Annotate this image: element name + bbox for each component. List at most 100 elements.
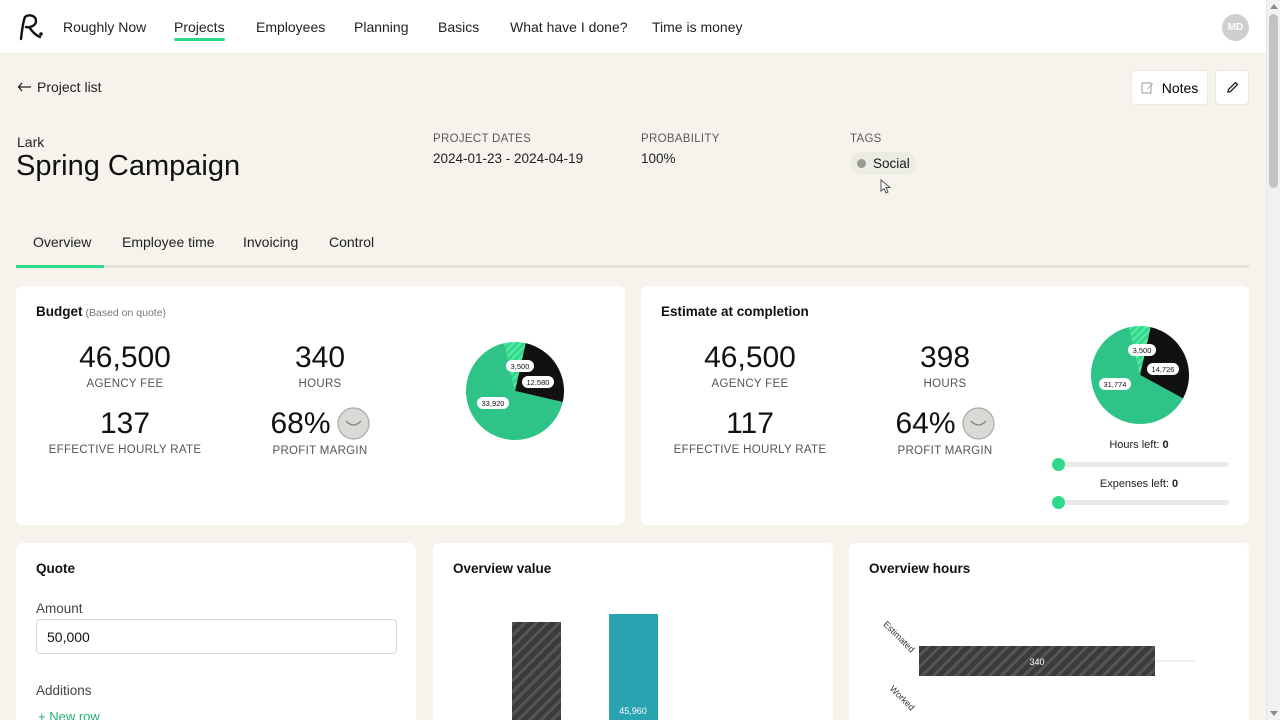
budget-hours: 340 HOURS (230, 341, 410, 390)
nav-projects[interactable]: Projects (174, 19, 225, 41)
svg-text:33,920: 33,920 (482, 399, 505, 408)
budget-pie-slices (466, 342, 564, 440)
estimate-hours: 398 HOURS (855, 341, 1035, 390)
budget-margin-value: 68% (270, 407, 331, 440)
value-bar-worked (609, 614, 658, 720)
budget-hours-label: HOURS (298, 378, 342, 390)
project-dates-value: 2024-01-23 - 2024-04-19 (433, 151, 584, 166)
probability-value: 100% (641, 151, 676, 166)
scroll-down-arrow-icon[interactable] (1270, 711, 1278, 716)
pencil-icon (1226, 81, 1238, 93)
budget-pie-label-1: 12,580 (522, 376, 554, 388)
estimate-pie-label-2: 31,774 (1099, 378, 1131, 390)
page-title: Spring Campaign (16, 150, 241, 182)
overview-hours-card: Overview hours Estimated Worked 340 (849, 543, 1249, 720)
tab-employee-time[interactable]: Employee time (122, 234, 215, 250)
project-dates-label: PROJECT DATES (433, 133, 532, 145)
quote-title: Quote (36, 561, 75, 576)
tabs-divider (16, 265, 1249, 268)
budget-card: Budget (Based on quote) 46,500 AGENCY FEE… (16, 286, 625, 525)
scroll-up-arrow-icon[interactable] (1270, 4, 1278, 9)
nav-planning[interactable]: Planning (354, 19, 409, 35)
mouse-cursor-icon (880, 179, 892, 194)
nav-time-is-money[interactable]: Time is money (652, 19, 743, 35)
hours-bar-label: 340 (1029, 657, 1044, 667)
budget-hours-value: 340 (294, 341, 346, 374)
estimate-agency-fee: 46,500 AGENCY FEE (661, 341, 839, 390)
estimate-margin-label: PROFIT MARGIN (897, 444, 993, 457)
budget-profit-margin: 68% PROFIT MARGIN (230, 406, 410, 457)
nav-basics[interactable]: Basics (438, 19, 479, 35)
probability-label: PROBABILITY (641, 133, 720, 145)
notes-button[interactable]: Notes (1131, 70, 1208, 105)
estimate-title: Estimate at completion (661, 304, 809, 319)
expenses-left-slider[interactable] (1055, 500, 1229, 505)
estimate-pie-label-0: 3,500 (1128, 344, 1156, 356)
smiley-face-icon (961, 406, 995, 440)
budget-pie-label-0: 3,500 (506, 360, 534, 372)
expenses-left-label: Expenses left: 0 (1099, 478, 1179, 490)
estimate-rate-label: EFFECTIVE HOURLY RATE (673, 444, 827, 456)
budget-agency-fee: 46,500 AGENCY FEE (36, 341, 214, 390)
estimate-agency-fee-value: 46,500 (704, 341, 796, 374)
amount-label: Amount (36, 601, 83, 616)
top-navigation: Roughly Now Projects Employees Planning … (0, 0, 1266, 54)
expenses-left-slider-thumb[interactable] (1052, 496, 1065, 509)
note-edit-icon (1141, 82, 1153, 94)
hours-row-label-estimated: Estimated (881, 619, 916, 654)
back-to-project-list-link[interactable]: Project list (17, 79, 102, 95)
estimate-profit-margin: 64% PROFIT MARGIN (855, 406, 1035, 457)
svg-text:12,580: 12,580 (527, 378, 550, 387)
notes-button-label: Notes (1161, 79, 1199, 96)
scrollbar-thumb[interactable] (1269, 14, 1278, 188)
tab-invoicing[interactable]: Invoicing (243, 234, 298, 250)
tab-control[interactable]: Control (329, 234, 374, 250)
arrow-left-icon (17, 82, 31, 92)
estimate-rate-value: 117 (726, 407, 774, 440)
budget-rate-value: 137 (99, 407, 151, 440)
budget-title: Budget (36, 304, 83, 319)
estimate-margin-value: 64% (895, 407, 956, 440)
logo-icon[interactable] (16, 12, 44, 42)
hours-left-slider-thumb[interactable] (1052, 458, 1065, 471)
estimate-pie-chart: 3,500 14,726 31,774 (1091, 326, 1189, 424)
estimate-agency-fee-label: AGENCY FEE (711, 378, 789, 390)
overview-hours-chart: Estimated Worked 340 (881, 619, 1195, 713)
svg-text:31,774: 31,774 (1104, 380, 1127, 389)
edit-project-button[interactable] (1215, 70, 1249, 105)
hours-row-label-worked: Worked (888, 684, 917, 713)
amount-input[interactable] (36, 619, 397, 654)
budget-agency-fee-value: 46,500 (79, 341, 171, 374)
estimate-card: Estimate at completion 46,500 AGENCY FEE… (641, 286, 1249, 525)
tab-overview[interactable]: Overview (33, 234, 91, 250)
active-tab-indicator (16, 265, 104, 268)
new-row-button[interactable]: + New row (38, 709, 100, 720)
budget-hourly-rate: 137 EFFECTIVE HOURLY RATE (36, 407, 214, 456)
budget-agency-fee-label: AGENCY FEE (86, 378, 164, 390)
value-bar-label: 45,960 (619, 706, 647, 716)
new-row-label: New row (49, 709, 100, 720)
svg-text:3,500: 3,500 (1133, 346, 1152, 355)
budget-subtitle: (Based on quote) (85, 307, 167, 319)
hours-left-label: Hours left: 0 (1109, 439, 1169, 451)
client-name: Lark (17, 134, 45, 150)
budget-card-title: Budget (Based on quote) (36, 304, 166, 319)
budget-margin-label: PROFIT MARGIN (272, 444, 368, 457)
nav-roughly-now[interactable]: Roughly Now (63, 19, 146, 35)
estimate-hours-label: HOURS (923, 378, 967, 390)
expenses-left-value: 0 (1172, 478, 1179, 490)
tags-label: TAGS (850, 133, 882, 145)
overview-value-card: Overview value 45,960 (433, 543, 833, 720)
user-avatar[interactable]: MD (1222, 14, 1249, 41)
svg-text:3,500: 3,500 (511, 362, 530, 371)
page-scrollbar[interactable] (1266, 0, 1280, 720)
nav-employees[interactable]: Employees (256, 19, 325, 35)
budget-pie-chart: 3,500 12,580 33,920 (466, 342, 564, 440)
hours-left-slider[interactable] (1055, 462, 1229, 467)
budget-rate-label: EFFECTIVE HOURLY RATE (48, 444, 202, 456)
svg-text:14,726: 14,726 (1152, 365, 1175, 374)
tag-social[interactable]: Social (850, 152, 916, 175)
estimate-hours-value: 398 (919, 341, 971, 374)
nav-what-have-i-done[interactable]: What have I done? (510, 19, 628, 35)
back-link-label: Project list (37, 79, 102, 95)
